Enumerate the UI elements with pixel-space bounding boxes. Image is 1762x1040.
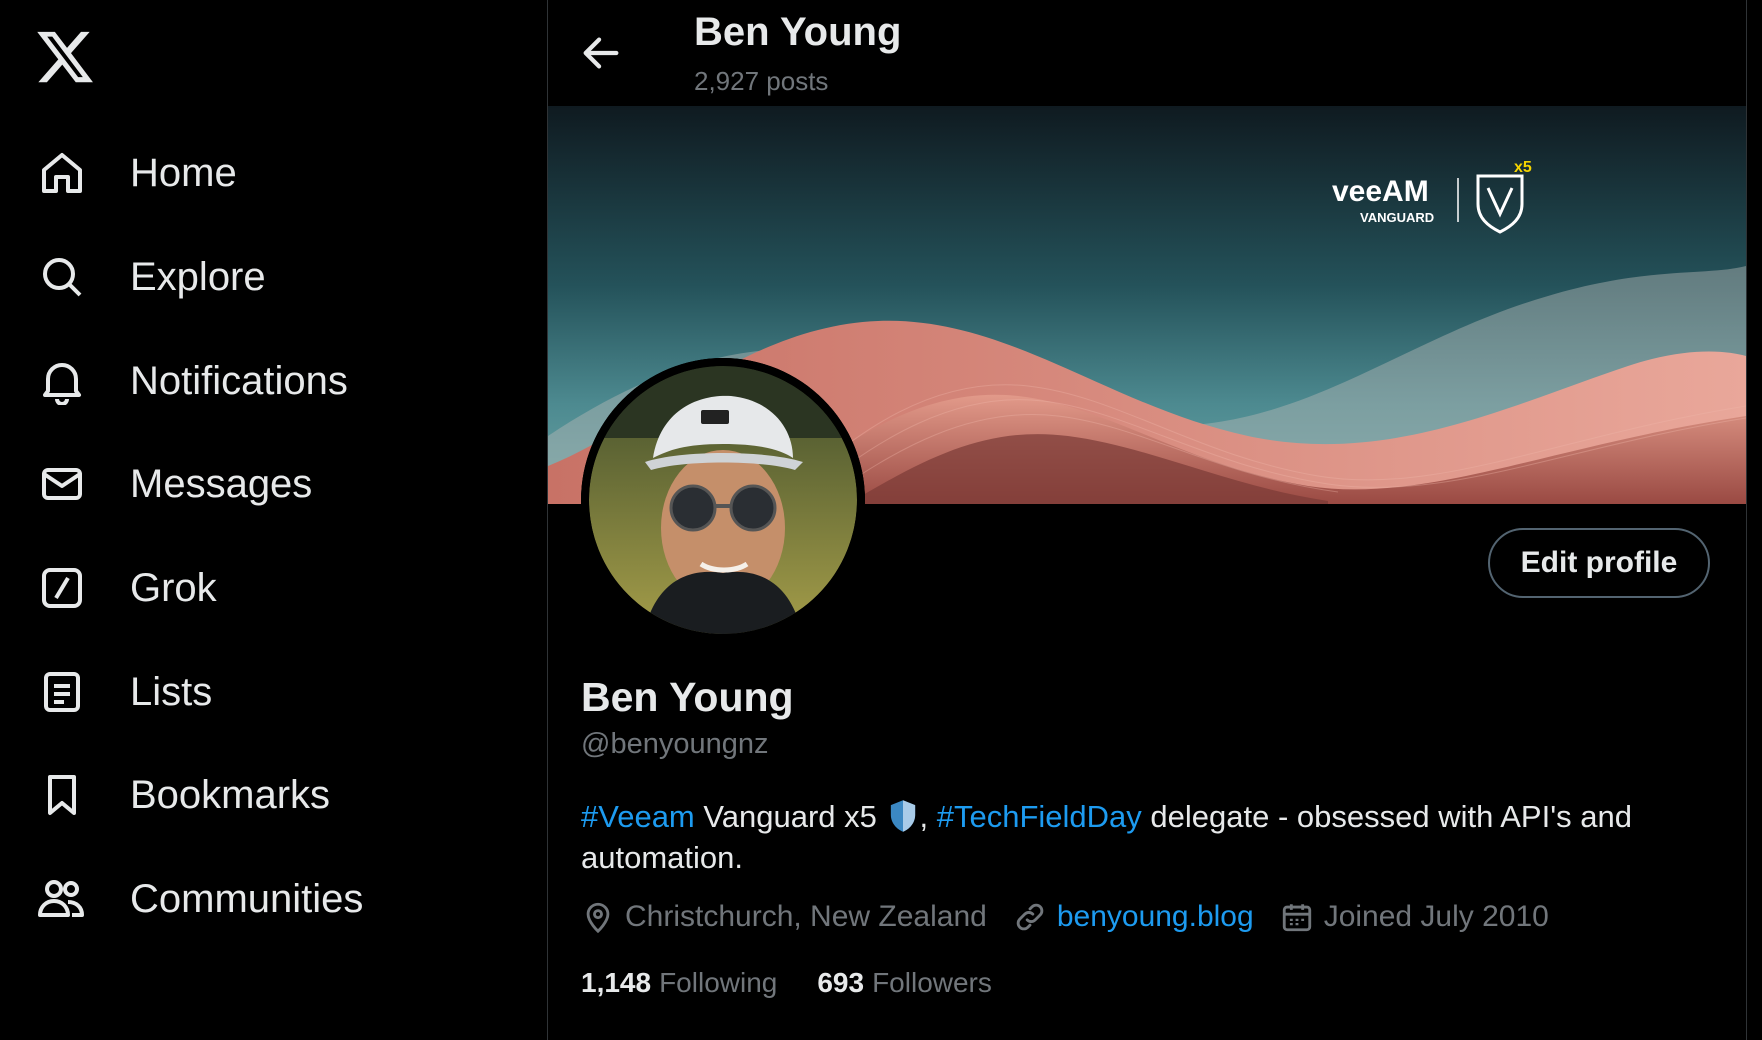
following-count: 1,148 xyxy=(581,967,652,998)
banner-subtitle: VANGUARD xyxy=(1360,210,1434,225)
home-icon xyxy=(36,147,88,199)
avatar[interactable] xyxy=(581,358,865,642)
right-divider xyxy=(1746,0,1747,1040)
follow-stats: 1,148 Following 693 Followers xyxy=(581,967,1032,999)
nav-item-notifications[interactable]: Notifications xyxy=(36,341,348,421)
header-name: Ben Young xyxy=(694,10,902,54)
mail-icon xyxy=(36,458,88,510)
grok-icon xyxy=(36,562,88,614)
followers-link[interactable]: 693 Followers xyxy=(817,967,992,999)
profile-bio: #Veeam Vanguard x5 , #TechFieldDay deleg… xyxy=(581,796,1691,878)
bio-text: Vanguard x5 xyxy=(694,799,886,834)
nav-label-lists: Lists xyxy=(130,669,213,714)
nav-label-messages: Messages xyxy=(130,461,313,506)
x-logo-icon[interactable] xyxy=(34,26,96,88)
hashtag-techfieldday[interactable]: #TechFieldDay xyxy=(937,799,1142,834)
website-link[interactable]: benyoung.blog xyxy=(1057,900,1254,934)
profile-meta: Christchurch, New Zealand benyoung.blog … xyxy=(581,900,1575,934)
profile-location: Christchurch, New Zealand xyxy=(581,900,987,934)
nav-label-explore: Explore xyxy=(130,254,266,299)
banner-badge: x5 xyxy=(1514,159,1532,176)
location-text: Christchurch, New Zealand xyxy=(625,900,987,933)
joined-text: Joined July 2010 xyxy=(1323,900,1549,933)
hashtag-veeam[interactable]: #Veeam xyxy=(581,799,695,834)
location-pin-icon xyxy=(586,902,610,934)
avatar-image xyxy=(581,358,865,642)
search-icon xyxy=(36,251,88,303)
header-post-count: 2,927 posts xyxy=(694,66,829,96)
link-icon xyxy=(1016,903,1044,931)
nav-item-communities[interactable]: Communities xyxy=(36,859,363,939)
nav-item-messages[interactable]: Messages xyxy=(36,444,312,524)
bio-separator: , xyxy=(919,799,937,834)
bell-icon xyxy=(36,355,88,407)
nav-item-explore[interactable]: Explore xyxy=(36,237,266,317)
profile-handle: @benyoungnz xyxy=(581,728,769,760)
nav-item-bookmarks[interactable]: Bookmarks xyxy=(36,755,330,835)
nav-label-grok: Grok xyxy=(130,565,217,610)
nav-item-home[interactable]: Home xyxy=(36,133,237,213)
communities-icon xyxy=(36,873,88,925)
nav-label-bookmarks: Bookmarks xyxy=(130,772,331,817)
nav-item-grok[interactable]: Grok xyxy=(36,548,217,628)
profile-main: Ben Young 2,927 posts veeAM VANGUARD x5 … xyxy=(548,0,1746,1040)
nav-label-home: Home xyxy=(130,150,237,195)
nav-item-lists[interactable]: Lists xyxy=(36,652,212,732)
profile-name: Ben Young xyxy=(581,674,794,720)
followers-count: 693 xyxy=(817,967,865,998)
banner-brand: veeAM xyxy=(1332,175,1429,208)
nav-label-communities: Communities xyxy=(130,876,364,921)
list-icon xyxy=(36,666,88,718)
bookmark-icon xyxy=(36,769,88,821)
shield-emoji-icon xyxy=(890,800,915,832)
following-label: Following xyxy=(659,967,778,998)
profile-joined: Joined July 2010 xyxy=(1280,900,1549,934)
nav-label-notifications: Notifications xyxy=(130,358,348,403)
following-link[interactable]: 1,148 Following xyxy=(581,967,777,999)
sidebar: Home Explore Notifications Messages Grok… xyxy=(0,0,547,1040)
profile-website[interactable]: benyoung.blog xyxy=(1013,900,1254,934)
back-arrow-icon[interactable] xyxy=(578,30,624,76)
edit-profile-button[interactable]: Edit profile xyxy=(1488,528,1710,598)
calendar-icon xyxy=(1282,904,1311,932)
followers-label: Followers xyxy=(872,967,992,998)
